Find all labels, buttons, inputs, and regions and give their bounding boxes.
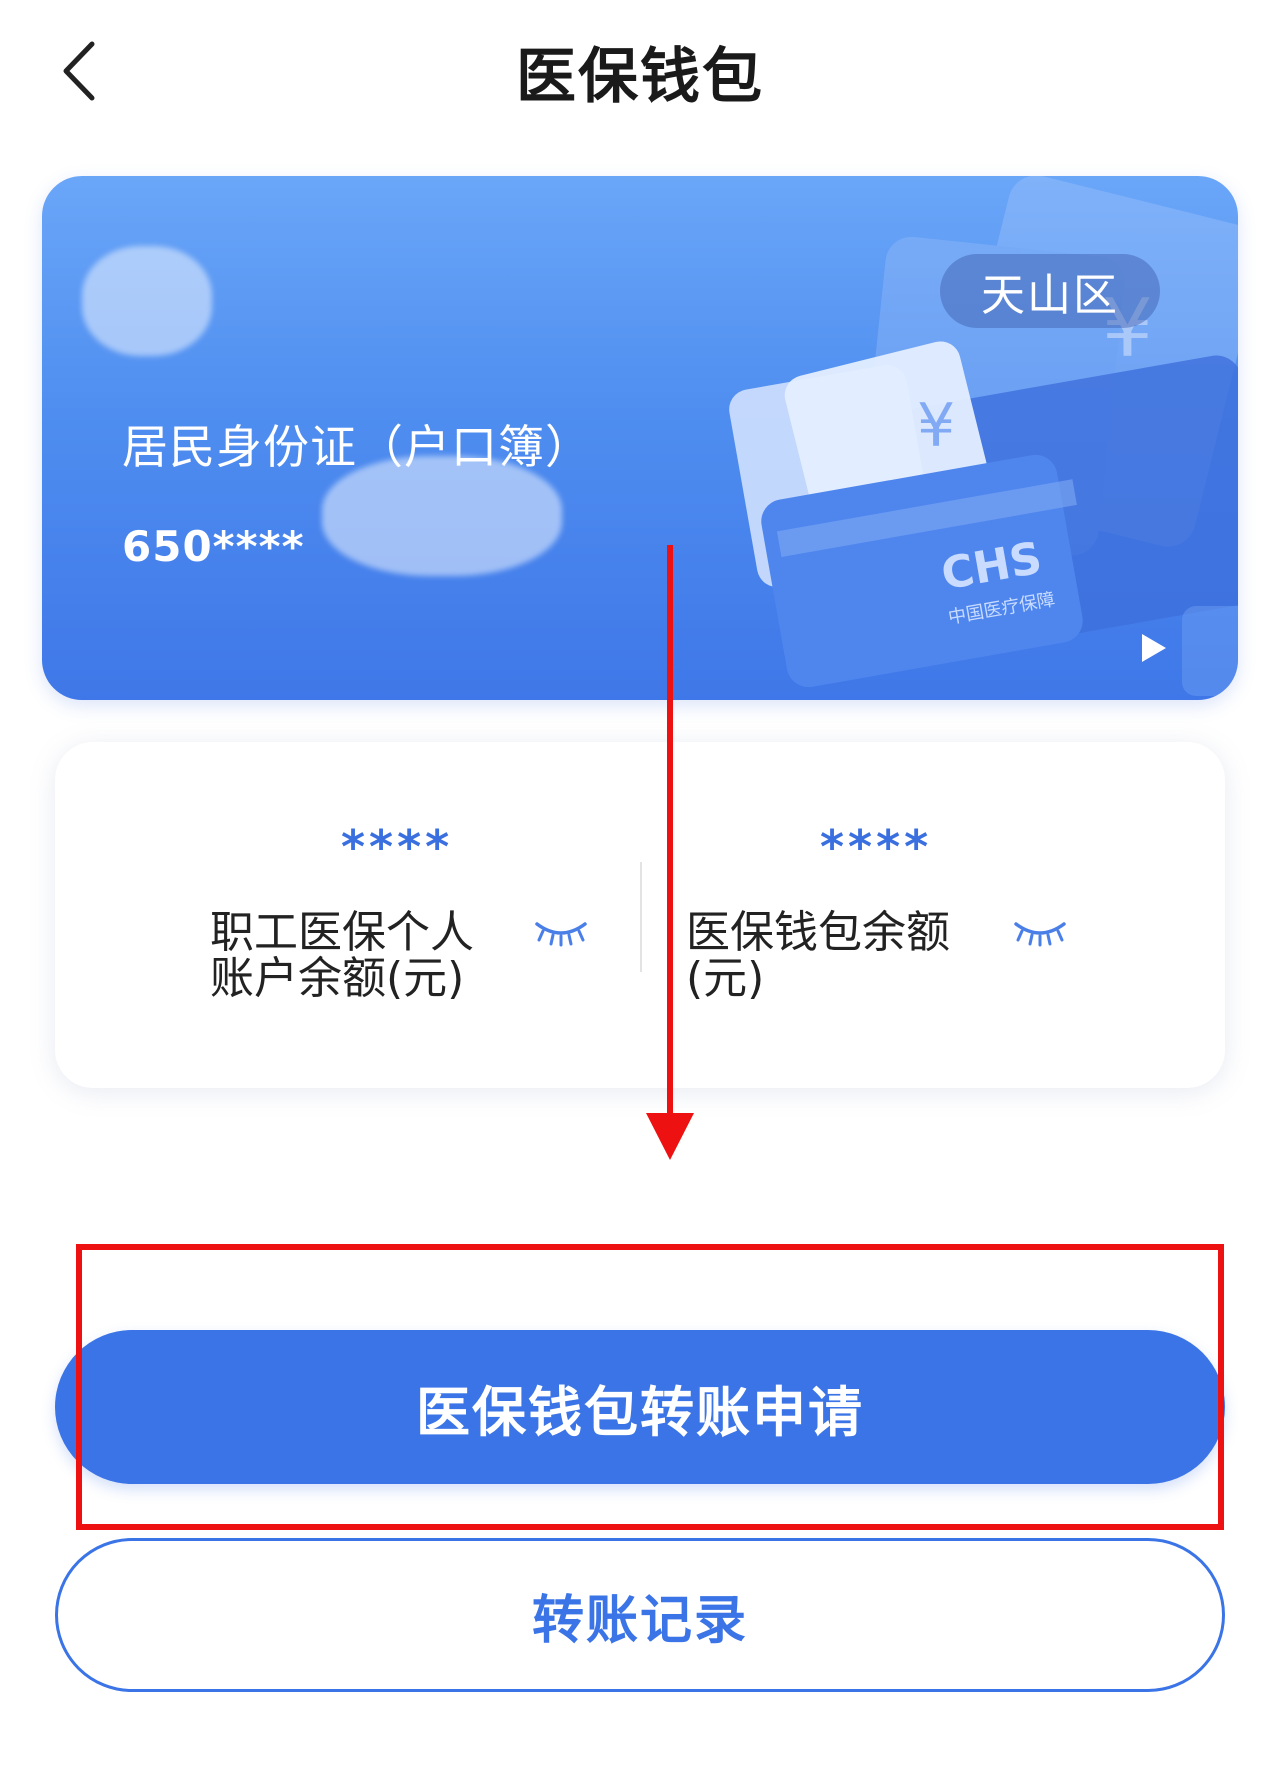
wallet-balance-label: 医保钱包余额 (元)	[686, 910, 950, 1002]
balance-panel: **** 职工医保个人 账户余额(元) **** 医保钱包余额 (元)	[55, 742, 1225, 1088]
id-type-label: 居民身份证（户口簿）	[122, 420, 592, 474]
svg-text:¥: ¥	[917, 391, 955, 461]
employee-account-label-line2: 账户余额(元)	[210, 953, 465, 1004]
employee-account-label: 职工医保个人 账户余额(元)	[210, 910, 474, 1002]
transfer-records-button[interactable]: 转账记录	[55, 1538, 1225, 1692]
employee-account-value: ****	[341, 820, 454, 874]
eye-closed-icon[interactable]	[1012, 918, 1068, 948]
transfer-apply-button[interactable]: 医保钱包转账申请	[55, 1330, 1225, 1484]
header-bar: 医保钱包	[0, 0, 1280, 140]
redaction-scribble	[82, 246, 212, 356]
employee-account-label-line1: 职工医保个人	[210, 907, 474, 958]
wallet-balance-value: ****	[820, 820, 933, 874]
wallet-balance: **** 医保钱包余额 (元)	[642, 742, 1225, 1088]
employee-account-balance: **** 职工医保个人 账户余额(元)	[55, 742, 640, 1088]
wallet-balance-label-line2: (元)	[686, 953, 765, 1004]
wallet-balance-label-line1: 医保钱包余额	[686, 907, 950, 958]
page-title: 医保钱包	[516, 42, 764, 112]
eye-closed-icon[interactable]	[533, 918, 589, 948]
play-icon[interactable]	[1132, 628, 1172, 668]
region-badge: 天山区	[940, 254, 1160, 328]
insurance-card[interactable]: ¥ ¥ CHS 中国医疗保障 天山区 居民身份证（户口簿） 650****	[42, 176, 1238, 700]
id-number: 650****	[122, 522, 305, 571]
